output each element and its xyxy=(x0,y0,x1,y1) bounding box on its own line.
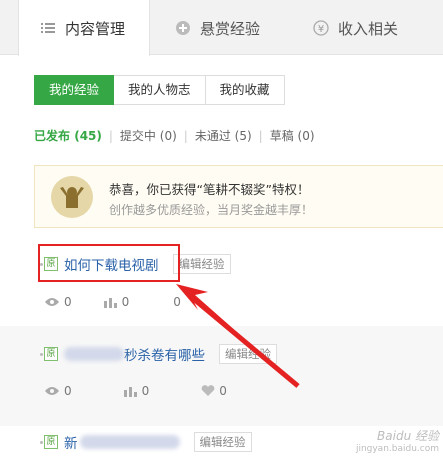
subtab-my-favorites[interactable]: 我的收藏 xyxy=(205,75,285,105)
eye-icon xyxy=(44,297,60,307)
arrow-annotation xyxy=(176,284,300,388)
privilege-notice: 恭喜，你已获得“笔耕不辍奖”特权！ 创作越多优质经验，当月奖金越丰厚！ xyxy=(34,165,443,228)
views-stat: 0 xyxy=(44,295,72,309)
yen-icon: ¥ xyxy=(312,19,330,37)
blurred-title-part xyxy=(64,347,124,361)
tab-label: 收入相关 xyxy=(338,19,399,38)
votes-stat: 0 xyxy=(103,295,129,309)
filter-rejected[interactable]: 未通过 (5) xyxy=(195,127,252,144)
watermark: Baidu 经验 jingyan.baidu.com xyxy=(356,427,439,454)
bullet xyxy=(40,441,43,444)
tab-label: 悬赏经验 xyxy=(200,19,261,38)
edit-experience-button[interactable]: 编辑经验 xyxy=(193,432,252,452)
edit-experience-button[interactable]: 编辑经验 xyxy=(172,254,231,274)
divider: | xyxy=(108,128,113,143)
original-tag: 原 xyxy=(44,347,58,361)
filter-published[interactable]: 已发布 (45) xyxy=(34,127,102,144)
filter-submitting[interactable]: 提交中 (0) xyxy=(120,127,177,144)
watermark-logo: Baidu 经验 xyxy=(377,429,439,443)
divider: | xyxy=(258,128,263,143)
svg-text:¥: ¥ xyxy=(318,24,324,35)
bar-icon xyxy=(123,386,138,397)
watermark-url: jingyan.baidu.com xyxy=(355,444,439,454)
votes-stat: 0 xyxy=(123,384,149,398)
status-filters: 已发布 (45) | 提交中 (0) | 未通过 (5) | 草稿 (0) xyxy=(34,127,315,144)
divider: | xyxy=(183,128,188,143)
notice-title: 恭喜，你已获得“笔耕不辍奖”特权！ xyxy=(109,182,310,197)
filter-drafts[interactable]: 草稿 (0) xyxy=(270,127,315,144)
notice-subtitle: 创作越多优质经验，当月奖金越丰厚！ xyxy=(109,203,314,217)
list-icon xyxy=(39,19,57,37)
trophy-person-icon xyxy=(51,176,93,218)
eye-icon xyxy=(44,386,60,396)
main-tabbar: 内容管理 悬赏经验 ¥ 收入相关 xyxy=(0,0,443,56)
blurred-title-part xyxy=(79,435,180,449)
tab-income[interactable]: ¥ 收入相关 xyxy=(312,0,398,56)
bullet xyxy=(40,353,43,356)
tab-content-management[interactable]: 内容管理 xyxy=(18,0,150,56)
original-tag: 原 xyxy=(44,435,58,449)
tab-reward-experience[interactable]: 悬赏经验 xyxy=(174,0,260,56)
reward-icon xyxy=(174,19,192,37)
sub-tabs: 我的经验 我的人物志 我的收藏 xyxy=(34,75,285,105)
bar-icon xyxy=(103,297,118,308)
subtab-my-experience[interactable]: 我的经验 xyxy=(34,75,115,105)
item-title-row: 原 新 编辑经验 xyxy=(40,432,252,452)
item-title-link[interactable]: 新 xyxy=(64,432,78,452)
subtab-my-profile[interactable]: 我的人物志 xyxy=(114,75,206,105)
views-stat: 0 xyxy=(44,384,72,398)
highlight-box xyxy=(38,244,180,282)
item-stats: 0 0 0 xyxy=(44,295,181,309)
tab-label: 内容管理 xyxy=(65,19,126,38)
